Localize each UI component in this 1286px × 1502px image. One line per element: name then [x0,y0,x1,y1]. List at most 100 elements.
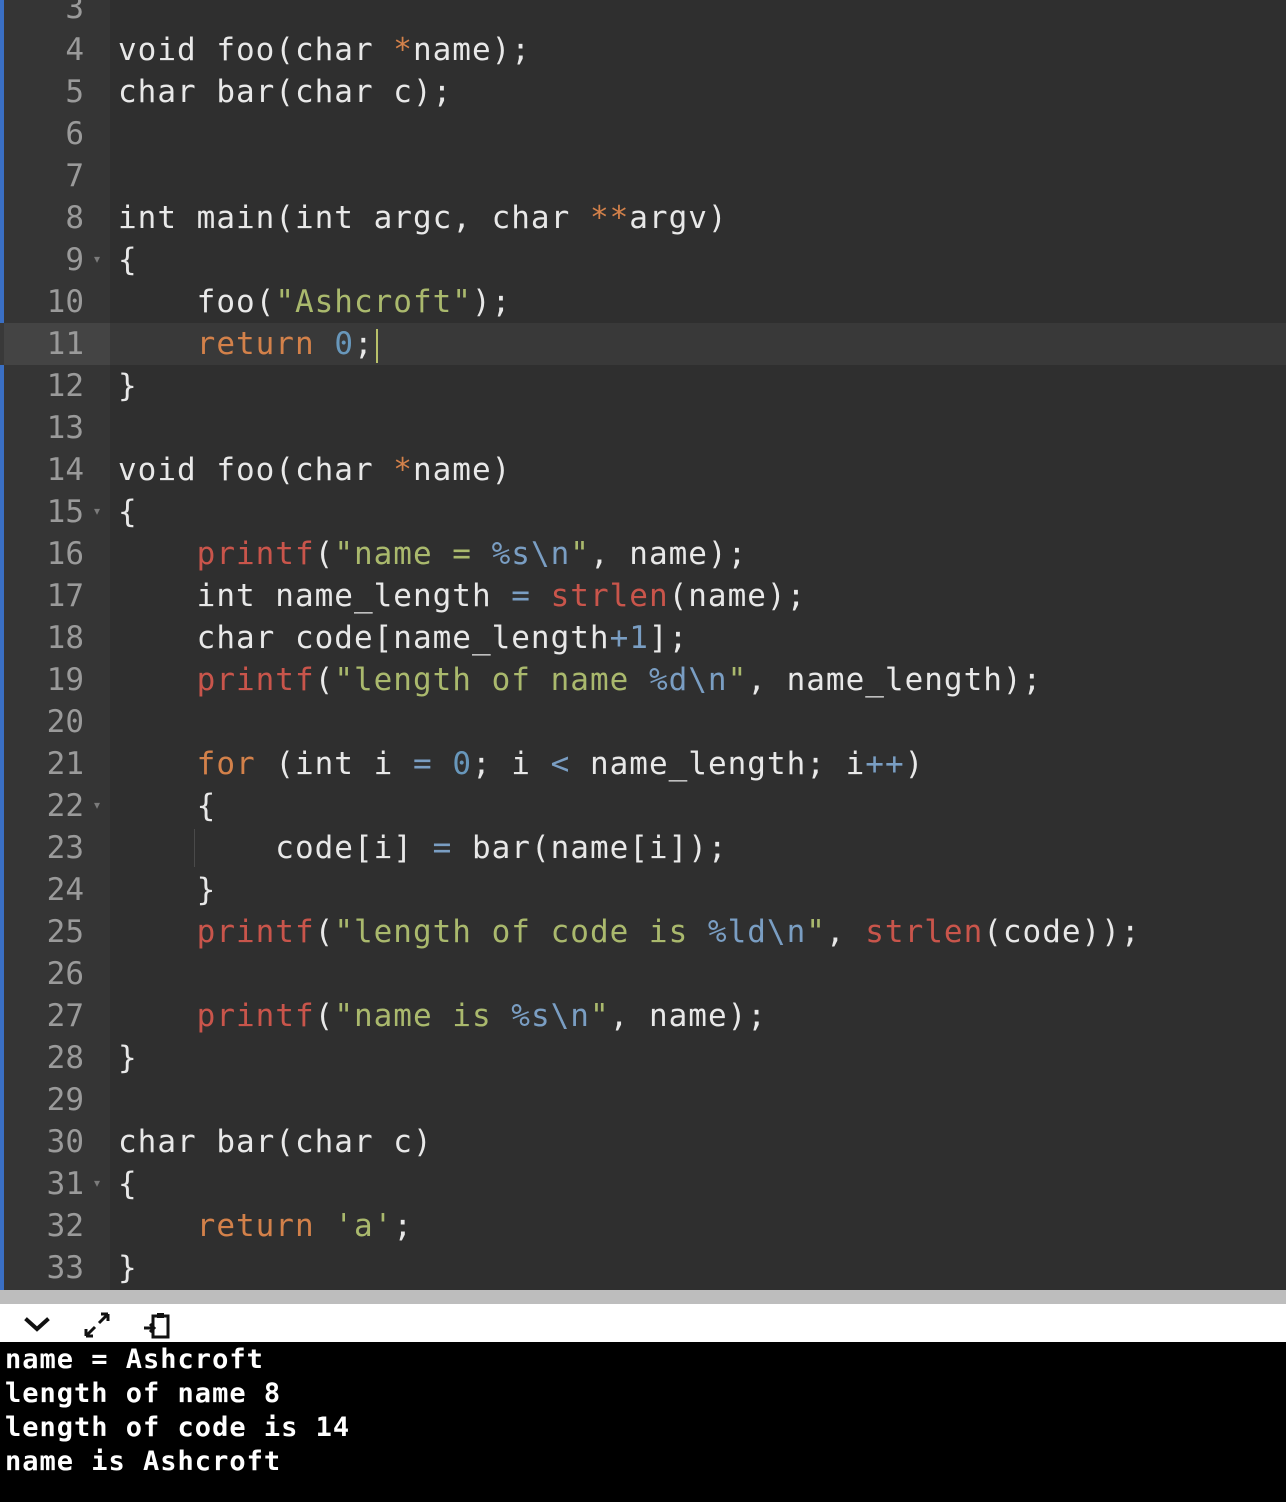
line-number: 16 [46,536,84,572]
code-token: ; [393,1208,413,1244]
fold-arrow-icon[interactable]: ▾ [91,491,103,533]
panel-splitter[interactable] [0,1290,1286,1304]
code-token: int main(int argc, char [118,200,590,236]
code-token: strlen [865,914,984,950]
code-line[interactable]: 22 ▾ { [0,785,1286,827]
code-line[interactable]: 29 [0,1079,1286,1121]
code-line[interactable]: 28} [0,1037,1286,1079]
code-token: ++ [865,746,905,782]
console-line: length of code is 14 [5,1412,351,1443]
code-text: { [118,1163,138,1205]
code-line[interactable]: 13 [0,407,1286,449]
code-token: name); [412,32,531,68]
code-line[interactable]: 19 printf("length of name %d\n", name_le… [0,659,1286,701]
code-line[interactable]: 27 printf("name is %s\n", name); [0,995,1286,1037]
code-token: ** [589,200,630,236]
code-token: %d\n [648,662,728,698]
code-token: foo( [118,284,276,320]
collapse-console-button[interactable] [22,1310,52,1340]
code-token: < [550,746,571,782]
clear-console-button[interactable] [142,1310,172,1340]
fold-arrow-icon[interactable]: ▾ [91,239,103,281]
code-line[interactable]: 24 } [0,869,1286,911]
code-line[interactable]: 17 int name_length = strlen(name); [0,575,1286,617]
code-text: { [118,491,138,533]
code-token: ); [471,284,512,320]
code-line[interactable]: 23 code[i] = bar(name[i]); [0,827,1286,869]
code-text: { [118,239,138,281]
code-line[interactable]: 16 printf("name = %s\n", name); [0,533,1286,575]
code-line[interactable]: 14 void foo(char *name) [0,449,1286,491]
code-text: char bar(char c); [118,71,452,113]
code-token: return [196,1208,315,1244]
line-number: 13 [46,410,84,446]
code-text: } [118,869,216,911]
code-token: 0 [334,326,354,362]
code-line[interactable]: 30 char bar(char c) [0,1121,1286,1163]
code-token: void foo(char [118,452,394,488]
code-token: ) [904,746,925,782]
line-number: 25 [46,914,84,950]
code-text: void foo(char *name) [118,449,511,491]
code-line[interactable]: 20 [0,701,1286,743]
code-line[interactable]: 21 for (int i = 0; i < name_length; i++) [0,743,1286,785]
code-editor[interactable]: 3 4 void foo(char *name); 5 char bar(char c)… [0,0,1286,1290]
code-token: char bar(char c); [118,74,453,110]
code-token: ( [314,998,335,1034]
maximize-console-button[interactable] [82,1310,112,1340]
code-line[interactable]: 7 [0,155,1286,197]
code-line[interactable]: 12} [0,365,1286,407]
code-token: printf [196,914,315,950]
code-token: { [118,788,217,824]
code-line[interactable]: 18 char code[name_length+1]; [0,617,1286,659]
code-token: * [393,452,413,488]
code-line[interactable]: 8 int main(int argc, char **argv) [0,197,1286,239]
code-token: "Ashcroft" [275,284,472,320]
code-line[interactable]: 3 [0,0,1286,29]
code-token: ; [353,326,374,362]
code-token: ; i [471,746,551,782]
code-line[interactable]: 15 ▾{ [0,491,1286,533]
code-line[interactable]: 10 foo("Ashcroft"); [0,281,1286,323]
code-token: return [196,326,315,362]
code-token: (code)); [983,914,1141,950]
code-token: = [412,746,433,782]
code-line[interactable]: 4 void foo(char *name); [0,29,1286,71]
code-line[interactable]: 11 return 0; [0,323,1286,365]
code-token: (name); [668,578,807,614]
code-text: char bar(char c) [118,1121,433,1163]
code-token: (int i [255,746,413,782]
code-line[interactable]: 6 [0,113,1286,155]
code-line[interactable]: 31 ▾{ [0,1163,1286,1205]
code-text: int name_length = strlen(name); [118,575,806,617]
code-token: ( [314,914,335,950]
line-number: 18 [46,620,84,656]
line-number: 20 [46,704,84,740]
code-token: char code[name_length [118,620,610,656]
code-token: for [196,746,256,782]
line-number: 11 [4,323,110,365]
code-line[interactable]: 32 return 'a'; [0,1205,1286,1247]
code-line[interactable]: 25 printf("length of code is %ld\n", str… [0,911,1286,953]
code-line[interactable]: 5 char bar(char c); [0,71,1286,113]
code-line[interactable]: 26 [0,953,1286,995]
line-number: 23 [46,830,84,866]
code-token: ]; [648,620,689,656]
code-text: printf("name is %s\n", name); [118,995,767,1037]
fold-arrow-icon[interactable]: ▾ [91,1163,103,1205]
code-line[interactable]: 9 ▾{ [0,239,1286,281]
code-token: void foo(char [118,32,394,68]
line-number: 33 [46,1250,84,1286]
code-token: } [118,1250,138,1286]
code-token: , name); [609,998,767,1034]
console-line: name = Ashcroft [5,1344,264,1375]
code-token: %s\n [511,998,590,1034]
fold-arrow-icon[interactable]: ▾ [91,785,103,827]
line-number: 32 [46,1208,84,1244]
code-line[interactable]: 33} [0,1247,1286,1289]
